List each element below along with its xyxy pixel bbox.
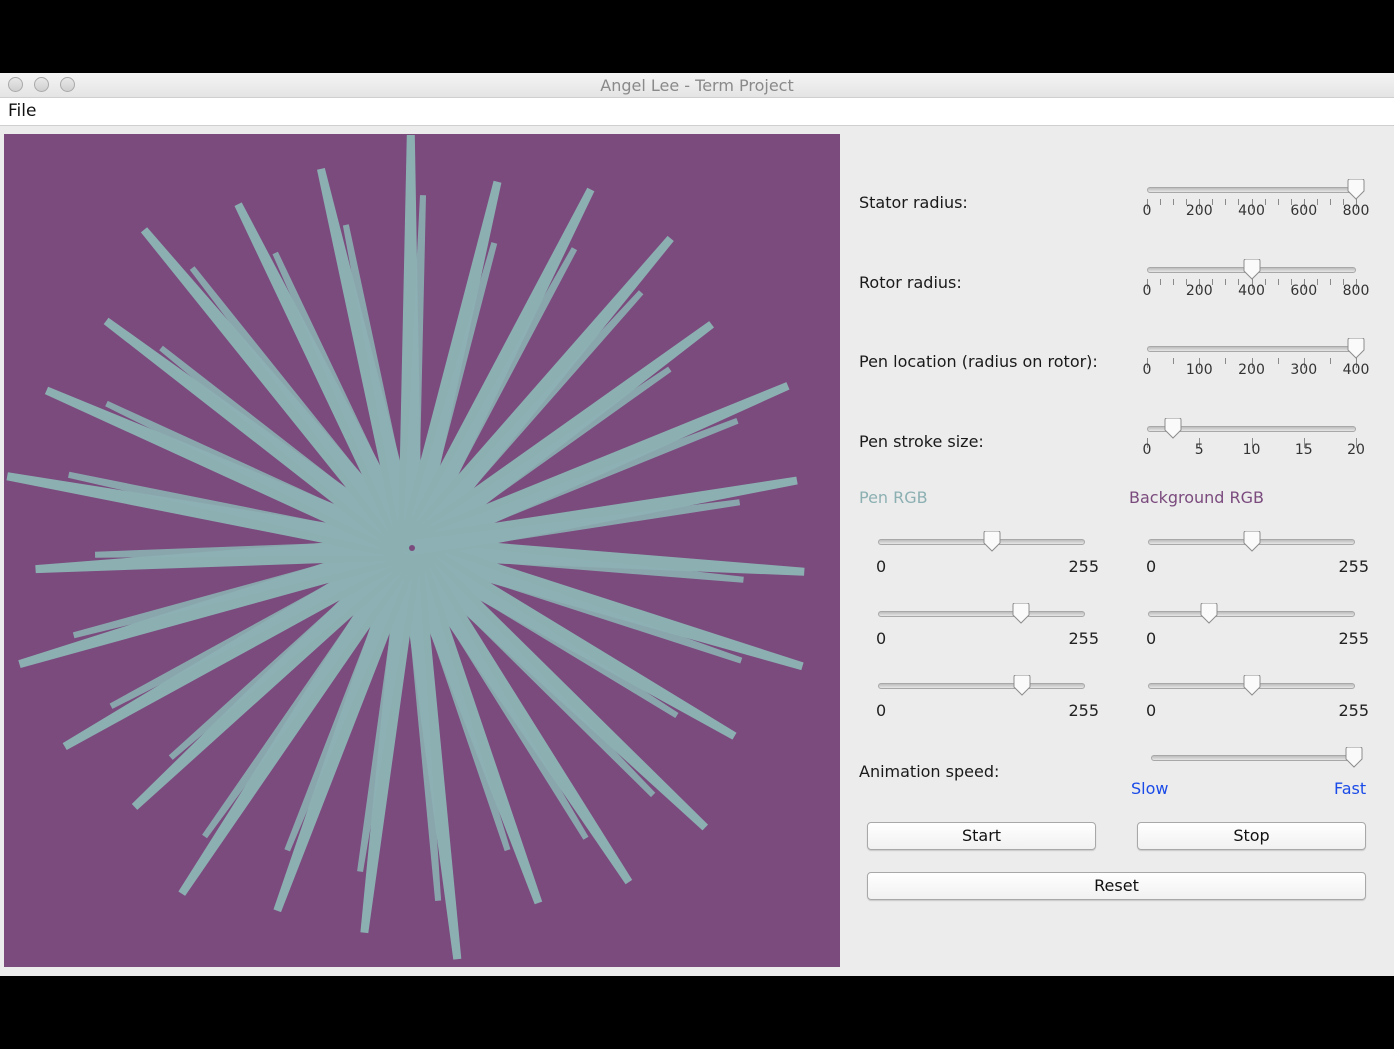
- slider-tick-label: 200: [1185, 283, 1213, 299]
- pen-location-label: Pen location (radius on rotor):: [859, 352, 1098, 371]
- background-red-slider[interactable]: 0 255: [1146, 530, 1369, 591]
- window-title: Angel Lee - Term Project: [600, 76, 794, 95]
- slider-tick-label: 15: [1294, 442, 1313, 458]
- pen-blue-slider[interactable]: 0 255: [876, 674, 1099, 735]
- slider-min-label: 0: [876, 557, 887, 576]
- speed-slow-label: Slow: [1131, 779, 1169, 798]
- slider-track: [878, 683, 1085, 689]
- slider-tick: [1277, 279, 1279, 285]
- slider-thumb[interactable]: [1346, 337, 1366, 360]
- slider-tick-label: 400: [1238, 283, 1265, 299]
- menu-file[interactable]: File: [8, 101, 36, 121]
- spirograph-drawing: [6, 135, 805, 960]
- slider-tick-label: 800: [1342, 203, 1370, 219]
- animation-speed-label: Animation speed:: [859, 762, 1000, 781]
- app-window: Angel Lee - Term Project File Stator rad…: [0, 73, 1394, 976]
- slider-thumb[interactable]: [982, 530, 1002, 553]
- pen-location-slider[interactable]: 0 100 200 300 400: [1143, 337, 1369, 398]
- slider-thumb[interactable]: [1242, 530, 1262, 553]
- slider-track: [1151, 755, 1354, 761]
- slider-tick: [1329, 199, 1331, 205]
- slider-track: [878, 611, 1085, 617]
- slider-tick-label: 0: [1142, 362, 1152, 378]
- slider-tick-label: 600: [1290, 203, 1318, 219]
- slider-tick-label: 0: [1142, 442, 1152, 458]
- slider-tick-label: 800: [1342, 283, 1370, 299]
- slider-tick: [1329, 279, 1331, 285]
- slider-tick: [1160, 279, 1162, 285]
- slider-max-label: 255: [1338, 701, 1369, 720]
- slider-track: [1147, 346, 1356, 352]
- title-bar: Angel Lee - Term Project: [0, 73, 1394, 98]
- slider-thumb[interactable]: [1012, 674, 1032, 697]
- slider-thumb[interactable]: [1199, 602, 1219, 625]
- animation-speed-slider[interactable]: [1151, 746, 1363, 807]
- slider-tick: [1277, 358, 1279, 364]
- slider-tick-label: 400: [1342, 362, 1370, 378]
- spiro-center-hole: [409, 545, 415, 551]
- slider-tick-label: 200: [1185, 203, 1213, 219]
- speed-fast-label: Fast: [1334, 779, 1367, 798]
- pen-stroke-slider[interactable]: 0 5 10 15 20: [1143, 417, 1365, 478]
- slider-thumb[interactable]: [1242, 258, 1262, 281]
- pen-stroke-label: Pen stroke size:: [859, 432, 984, 451]
- background-rgb-label: Background RGB: [1129, 488, 1265, 507]
- slider-max-label: 255: [1338, 629, 1369, 648]
- start-button[interactable]: Start: [867, 822, 1096, 850]
- slider-thumb[interactable]: [1242, 674, 1262, 697]
- drawing-canvas: [4, 134, 840, 967]
- stop-button[interactable]: Stop: [1137, 822, 1366, 850]
- pen-red-slider[interactable]: 0 255: [876, 530, 1099, 591]
- slider-max-label: 255: [1338, 557, 1369, 576]
- slider-min-label: 0: [876, 701, 887, 720]
- slider-tick: [1225, 279, 1227, 285]
- slider-tick-label: 600: [1290, 283, 1318, 299]
- slider-tick: [1173, 358, 1175, 364]
- slider-tick-label: 5: [1194, 442, 1204, 458]
- rotor-radius-label: Rotor radius:: [859, 273, 962, 292]
- slider-tick-label: 10: [1242, 442, 1261, 458]
- slider-tick: [1225, 199, 1227, 205]
- slider-min-label: 0: [1146, 557, 1157, 576]
- slider-tick-label: 400: [1238, 203, 1265, 219]
- slider-tick-label: 0: [1142, 283, 1152, 299]
- slider-tick-label: 100: [1185, 362, 1213, 378]
- pen-rgb-label: Pen RGB: [859, 488, 928, 507]
- slider-min-label: 0: [876, 629, 887, 648]
- slider-max-label: 255: [1068, 701, 1099, 720]
- slider-min-label: 0: [1146, 629, 1157, 648]
- slider-tick-label: 20: [1347, 442, 1365, 458]
- stator-radius-label: Stator radius:: [859, 193, 968, 212]
- background-green-slider[interactable]: 0 255: [1146, 602, 1369, 663]
- slider-tick-label: 0: [1142, 203, 1152, 219]
- slider-max-label: 255: [1068, 629, 1099, 648]
- slider-track: [1148, 611, 1355, 617]
- slider-thumb[interactable]: [1344, 746, 1364, 769]
- slider-tick: [1173, 199, 1175, 205]
- slider-track: [1147, 187, 1356, 193]
- rotor-radius-slider[interactable]: 0 200 400 600 800: [1143, 258, 1369, 319]
- slider-tick: [1329, 358, 1331, 364]
- background-blue-slider[interactable]: 0 255: [1146, 674, 1369, 735]
- slider-thumb[interactable]: [1346, 178, 1366, 201]
- stator-radius-slider[interactable]: 0 200 400 600 800: [1143, 178, 1369, 239]
- slider-tick: [1277, 199, 1279, 205]
- slider-min-label: 0: [1146, 701, 1157, 720]
- slider-thumb[interactable]: [1011, 602, 1031, 625]
- reset-button[interactable]: Reset: [867, 872, 1366, 900]
- slider-tick-label: 300: [1290, 362, 1318, 378]
- slider-tick: [1225, 358, 1227, 364]
- menu-bar: File: [0, 98, 1394, 126]
- slider-tick-label: 200: [1238, 362, 1265, 378]
- slider-tick: [1173, 279, 1175, 285]
- slider-max-label: 255: [1068, 557, 1099, 576]
- slider-thumb[interactable]: [1163, 417, 1183, 440]
- slider-tick: [1160, 199, 1162, 205]
- pen-green-slider[interactable]: 0 255: [876, 602, 1099, 663]
